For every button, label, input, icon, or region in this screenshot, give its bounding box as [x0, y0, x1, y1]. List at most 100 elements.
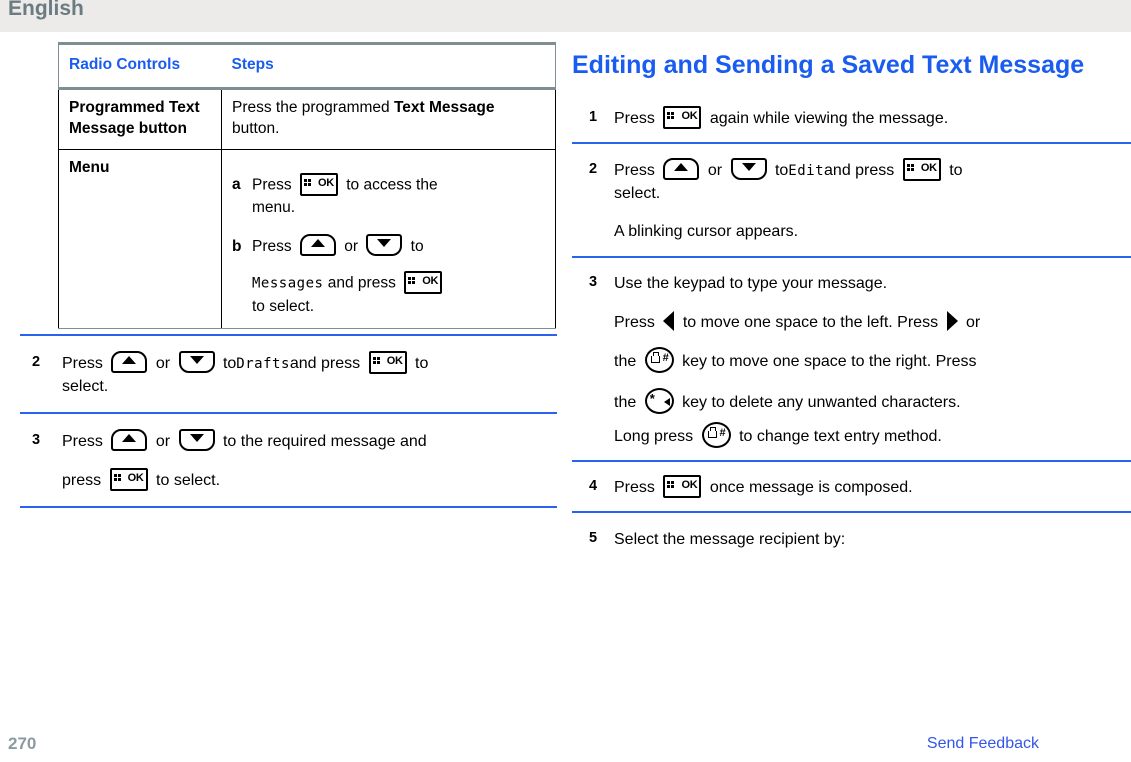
up-triangle-glyph [122, 355, 137, 364]
up-triangle-glyph [310, 238, 325, 247]
section-heading: Editing and Sending a Saved Text Message [572, 51, 1085, 79]
ok-label: OK [681, 479, 698, 492]
up-arrow-button-icon [299, 233, 336, 256]
down-triangle-glyph [189, 355, 204, 364]
text-long-press: Long press [614, 428, 694, 446]
star-key-label: * [649, 390, 655, 406]
text-or: or [344, 237, 359, 255]
substep-marker: b [232, 237, 242, 255]
text-or: or [965, 313, 981, 331]
separator-line [572, 141, 1131, 144]
ok-label: OK [127, 471, 144, 484]
step-line: the * key to delete any unwanted charact… [614, 387, 1131, 416]
text-move-right: key to move one space to the right. Pres… [682, 353, 977, 371]
hash-key-label: # [719, 426, 726, 439]
send-feedback-link[interactable]: Send Feedback [927, 735, 1039, 753]
down-triangle-glyph [741, 162, 756, 171]
ok-button-icon: OK [299, 173, 338, 197]
down-arrow-button-icon [178, 429, 215, 452]
substep-body: Press or to Messages and press OK to sel… [252, 233, 545, 318]
menu-grid-glyph [906, 164, 915, 172]
text-press: Press [252, 237, 292, 255]
text-change-entry-method: to change text entry method. [739, 428, 942, 446]
text-delete-chars: key to delete any unwanted characters. [682, 394, 961, 412]
menu-grid-glyph [667, 111, 675, 120]
substep-line: Messages and press OK [252, 271, 545, 295]
left-step-2: 2 Press or toDraftsand press OK to selec… [20, 350, 557, 398]
star-key-icon: * [644, 387, 674, 414]
step-line: Press to move one space to the left. Pre… [614, 311, 1131, 334]
text-access-menu: to access the [346, 176, 438, 194]
ok-button-icon: OK [404, 271, 443, 295]
step-line: Press or toEditand press OK to [614, 157, 1131, 182]
left-step-3: 3 Press or to the required message and p… [20, 429, 557, 491]
step-text-post: button. [232, 119, 280, 137]
text-press: press [62, 471, 102, 489]
up-arrow-button-icon [111, 350, 148, 373]
step-line: Press or toDraftsand press OK to [62, 350, 557, 375]
step-number: 3 [32, 432, 41, 449]
substep-line: Press or to [252, 233, 545, 259]
cell-control-programmed-button: Programmed Text Message button [58, 88, 222, 151]
step-line-note: A blinking cursor appears. [614, 223, 799, 241]
ok-button-icon: OK [663, 105, 702, 129]
lcd-text-edit: Edit [788, 162, 825, 179]
down-arrow-button-icon [730, 157, 767, 180]
separator-line [572, 256, 1131, 259]
right-step-2: 2 Press or toEditand press OK to select.… [572, 157, 1131, 244]
hash-key-icon: # [701, 421, 731, 448]
step-line: the # key to move one space to the right… [614, 346, 1131, 375]
menu-grid-glyph [113, 473, 122, 482]
hash-key-label: # [662, 351, 669, 364]
substep-line: Press OK to access the [252, 173, 545, 197]
page-number: 270 [8, 734, 37, 753]
text-to-tail: to [415, 354, 429, 372]
table-row: Programmed Text Message button Press the… [58, 88, 556, 151]
step-number: 2 [32, 353, 41, 370]
step-number: 3 [589, 274, 598, 291]
step-number: 1 [589, 108, 598, 125]
text-to: to [774, 161, 789, 179]
text-to: to [410, 237, 424, 255]
substep-a: a Press OK to access the menu. [232, 173, 545, 220]
down-arrow-button-icon [178, 350, 215, 373]
right-step-3: 3 Use the keypad to type your message. P… [572, 272, 1131, 449]
down-triangle-glyph [189, 434, 204, 443]
text-required-message: to the required message and [222, 433, 427, 451]
right-column: Editing and Sending a Saved Text Message… [572, 50, 1131, 551]
up-triangle-glyph [122, 434, 137, 443]
step-line: Use the keypad to type your message. [614, 275, 888, 293]
text-the: the [614, 394, 637, 412]
cell-control-menu: Menu [58, 149, 222, 329]
ok-label: OK [318, 177, 334, 190]
up-arrow-button-icon [663, 157, 700, 180]
text-press: Press [614, 313, 655, 331]
up-triangle-glyph [674, 162, 689, 171]
step-line: select. [62, 378, 109, 396]
cell-steps-menu: a Press OK to access the menu. b Press o… [221, 149, 556, 329]
column-header-steps: Steps [221, 41, 556, 91]
ok-label: OK [422, 275, 439, 288]
substep-line: to select. [252, 297, 315, 315]
substep-marker: a [232, 176, 241, 194]
right-triangle-icon [946, 311, 958, 332]
ok-button-icon: OK [368, 351, 407, 375]
right-step-5: 5 Select the message recipient by: [572, 528, 1131, 551]
text-to-select: to select. [156, 471, 221, 489]
step-line: Press or to the required message and [62, 429, 557, 453]
text-once-composed: once message is composed. [709, 478, 913, 496]
right-step-1: 1 Press OK again while viewing the messa… [572, 105, 1131, 130]
step-number: 2 [589, 160, 598, 177]
left-column: Radio Controls Steps Programmed Text Mes… [20, 41, 557, 508]
text-press: Press [614, 478, 655, 496]
separator-line [20, 333, 557, 336]
left-triangle-icon [663, 311, 675, 332]
step-number: 4 [589, 477, 598, 494]
step-line: select. [614, 185, 661, 203]
table-header: Radio Controls Steps [58, 41, 556, 91]
text-or: or [707, 161, 723, 179]
backspace-arrow-glyph [663, 397, 670, 406]
cell-steps-programmed-button: Press the programmed Text Message button… [221, 88, 556, 151]
page-header-band: English [0, 0, 1131, 32]
text-again-viewing: again while viewing the message. [709, 109, 949, 127]
